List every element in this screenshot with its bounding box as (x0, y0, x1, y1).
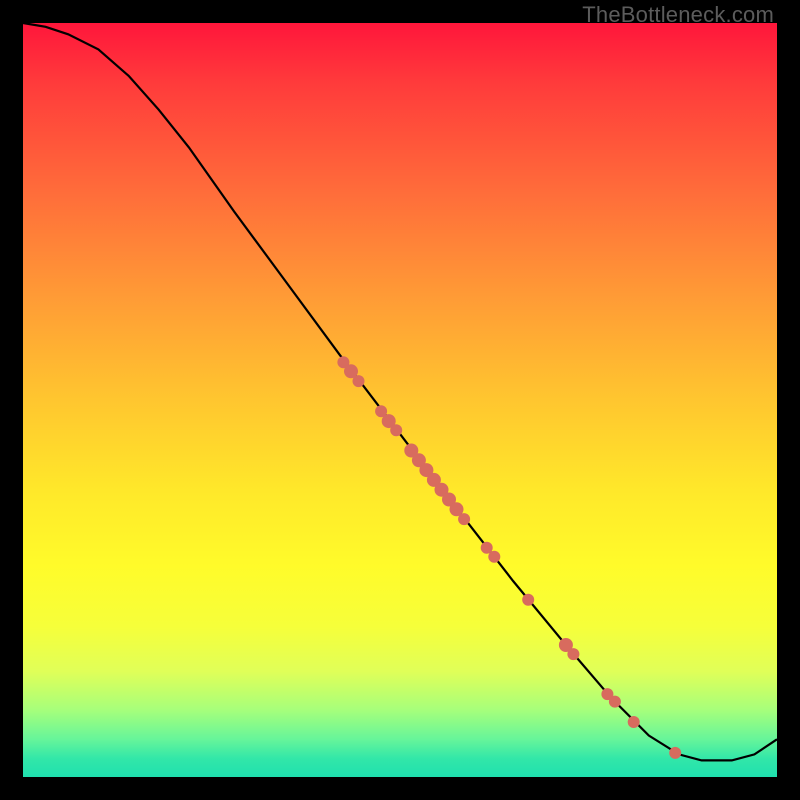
data-point (458, 513, 470, 525)
data-point (353, 375, 365, 387)
watermark-text: TheBottleneck.com (582, 2, 774, 28)
data-point (488, 551, 500, 563)
plot-area (23, 23, 777, 777)
data-point (669, 747, 681, 759)
data-point (390, 424, 402, 436)
curve-line (23, 23, 777, 760)
data-points (337, 356, 681, 759)
data-point (522, 594, 534, 606)
data-point (567, 648, 579, 660)
chart-svg (23, 23, 777, 777)
data-point (609, 696, 621, 708)
data-point (628, 716, 640, 728)
